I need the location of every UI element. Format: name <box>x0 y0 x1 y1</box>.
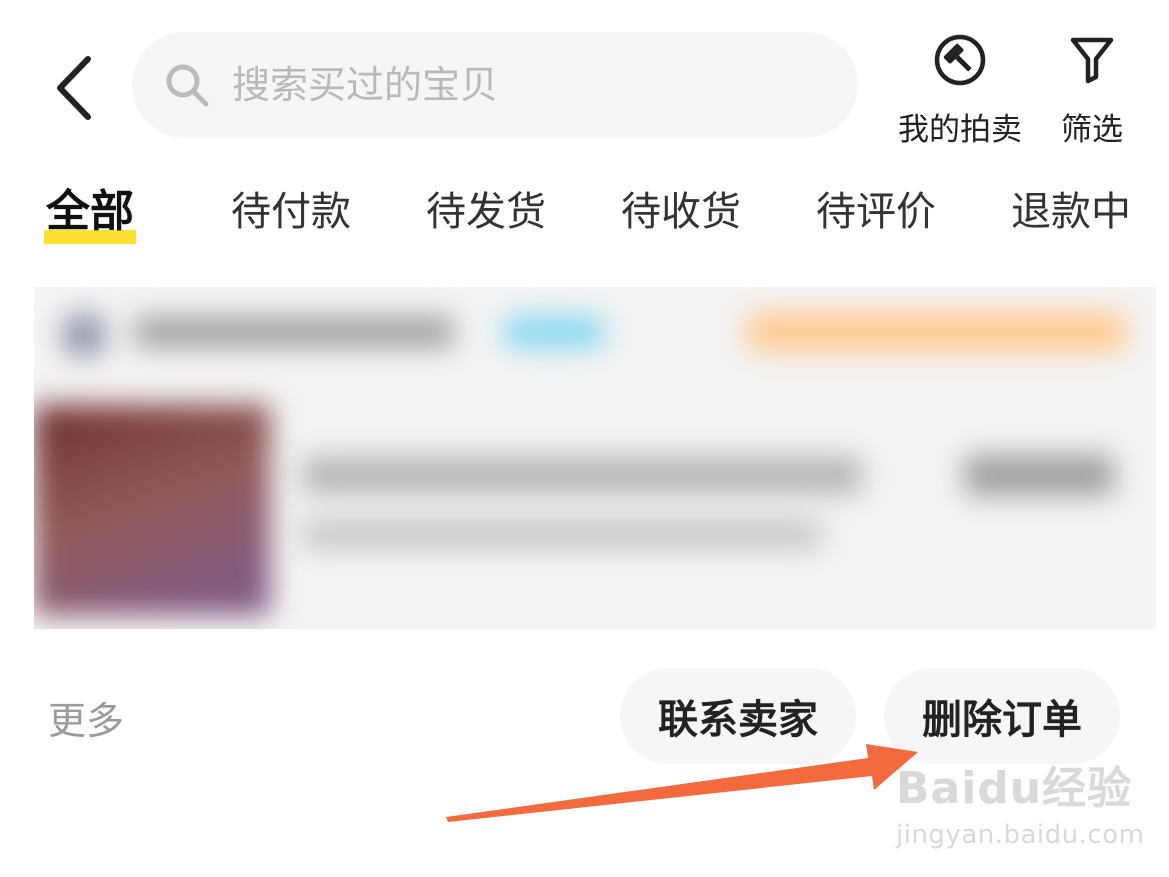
delete-order-label: 删除订单 <box>922 697 1082 743</box>
baidu-jingyan-watermark: Baidu经验 jingyan.baidu.com <box>896 752 1146 850</box>
tab-pending-receipt[interactable]: 待收货 <box>621 176 741 256</box>
order-status-blurred <box>746 313 1126 351</box>
more-link[interactable]: 更多 <box>48 690 124 745</box>
watermark-url: jingyan.baidu.com <box>896 820 1145 850</box>
my-auction-button[interactable]: 我的拍卖 <box>893 30 1027 149</box>
watermark-logo-text: Baidu经验 <box>896 763 1133 814</box>
shop-badge-blurred <box>504 317 604 347</box>
search-icon <box>162 60 212 110</box>
shop-name-blurred <box>134 317 454 347</box>
search-box[interactable] <box>132 32 858 138</box>
tab-pending-shipment[interactable]: 待发货 <box>426 176 546 256</box>
filter-button[interactable]: 筛选 <box>1057 30 1127 149</box>
contact-seller-button[interactable]: 联系卖家 <box>620 668 856 764</box>
auction-hammer-icon <box>930 30 990 90</box>
tab-refunding[interactable]: 退款中 <box>1011 176 1131 256</box>
contact-seller-label: 联系卖家 <box>658 697 818 743</box>
search-input[interactable] <box>230 54 754 116</box>
tab-pending-payment[interactable]: 待付款 <box>231 176 351 256</box>
shop-avatar <box>62 313 106 357</box>
filter-funnel-icon <box>1062 30 1122 90</box>
product-spec-blurred <box>302 519 822 549</box>
order-list-screen: 我的拍卖 筛选 全部 待付款 待发货 待收货 待评价 退款中 <box>0 0 1169 877</box>
tab-pending-review[interactable]: 待评价 <box>816 176 936 256</box>
product-title-blurred <box>302 457 862 493</box>
tab-all[interactable]: 全部 <box>44 176 136 256</box>
order-status-tabs: 全部 待付款 待发货 待收货 待评价 退款中 <box>0 176 1169 256</box>
product-price-blurred <box>964 455 1114 495</box>
filter-label: 筛选 <box>1061 112 1123 148</box>
back-button[interactable] <box>44 48 104 128</box>
product-image-blurred <box>34 405 270 615</box>
delete-order-button[interactable]: 删除订单 <box>884 668 1120 764</box>
order-card-blurred[interactable] <box>34 287 1156 629</box>
chevron-left-icon <box>57 56 91 120</box>
my-auction-label: 我的拍卖 <box>898 112 1022 148</box>
